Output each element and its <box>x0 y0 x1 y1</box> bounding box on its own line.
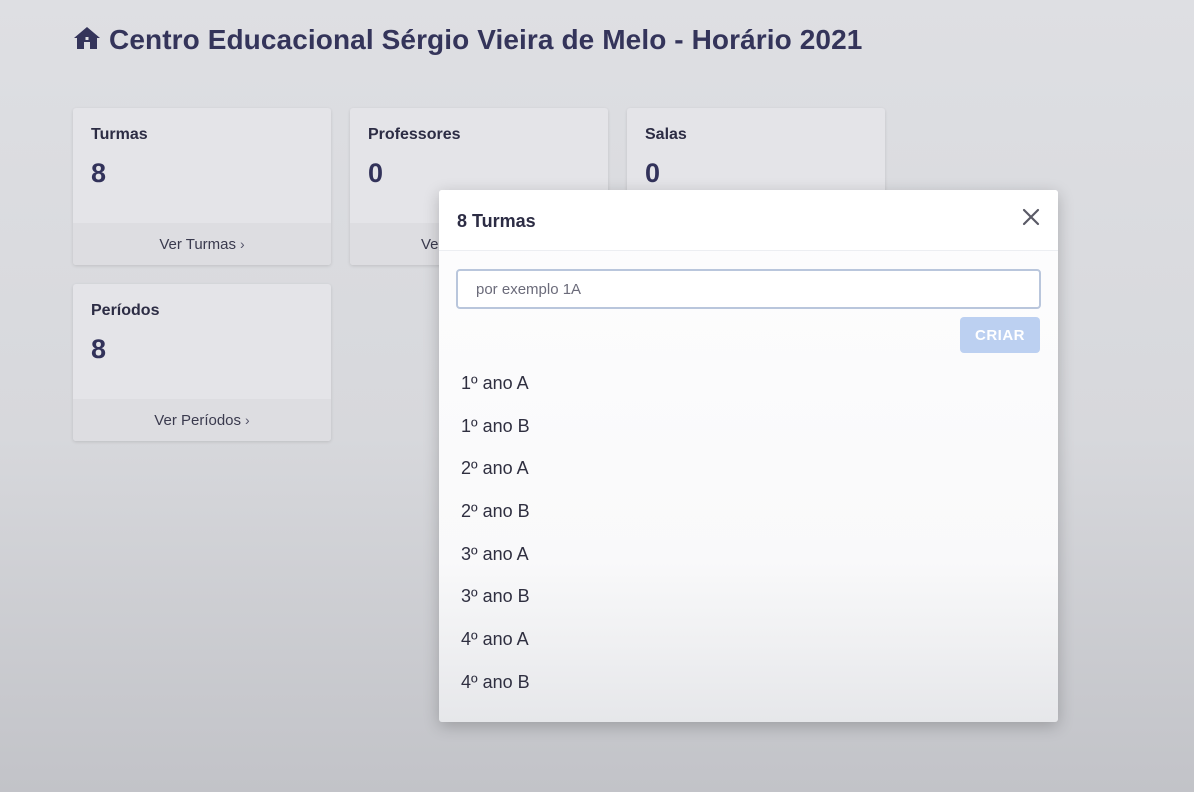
card-label: Professores <box>368 126 461 143</box>
card-label: Períodos <box>91 302 160 319</box>
card-count: 0 <box>645 158 661 188</box>
list-item[interactable]: 4º ano B <box>461 661 530 704</box>
list-item[interactable]: 3º ano B <box>461 575 530 618</box>
card-label: Salas <box>645 126 687 143</box>
link-label: Ver Períodos <box>154 411 242 429</box>
close-icon <box>1022 208 1040 226</box>
chevron-right-icon: › <box>240 236 245 252</box>
card-count: 8 <box>91 334 107 364</box>
list-item[interactable]: 3º ano A <box>461 533 530 576</box>
criar-button[interactable]: CRIAR <box>960 317 1040 353</box>
link-label: Ve <box>421 235 439 253</box>
chevron-right-icon: › <box>245 412 250 428</box>
home-icon[interactable] <box>73 25 101 56</box>
list-item[interactable]: 2º ano A <box>461 447 530 490</box>
card-turmas: Turmas 8 Ver Turmas › <box>73 108 331 265</box>
list-item[interactable]: 4º ano A <box>461 618 530 661</box>
page-header: Centro Educacional Sérgio Vieira de Melo… <box>73 24 862 56</box>
turmas-modal: 8 Turmas CRIAR 1º ano A 1º ano B 2º ano … <box>439 190 1058 722</box>
close-button[interactable] <box>1020 206 1042 228</box>
ver-periodos-link[interactable]: Ver Períodos › <box>73 399 331 441</box>
card-count: 8 <box>91 158 107 188</box>
modal-title: 8 Turmas <box>457 211 536 231</box>
modal-header: 8 Turmas <box>439 190 1058 251</box>
card-periodos: Períodos 8 Ver Períodos › <box>73 284 331 441</box>
turmas-list: 1º ano A 1º ano B 2º ano A 2º ano B 3º a… <box>461 362 530 704</box>
card-count: 0 <box>368 158 384 188</box>
ver-turmas-link[interactable]: Ver Turmas › <box>73 223 331 265</box>
page-title: Centro Educacional Sérgio Vieira de Melo… <box>109 24 863 55</box>
list-item[interactable]: 2º ano B <box>461 490 530 533</box>
link-label: Ver Turmas <box>159 235 237 253</box>
card-label: Turmas <box>91 126 148 143</box>
list-item[interactable]: 1º ano B <box>461 405 530 448</box>
list-item[interactable]: 1º ano A <box>461 362 530 405</box>
turma-name-input[interactable] <box>456 269 1041 309</box>
